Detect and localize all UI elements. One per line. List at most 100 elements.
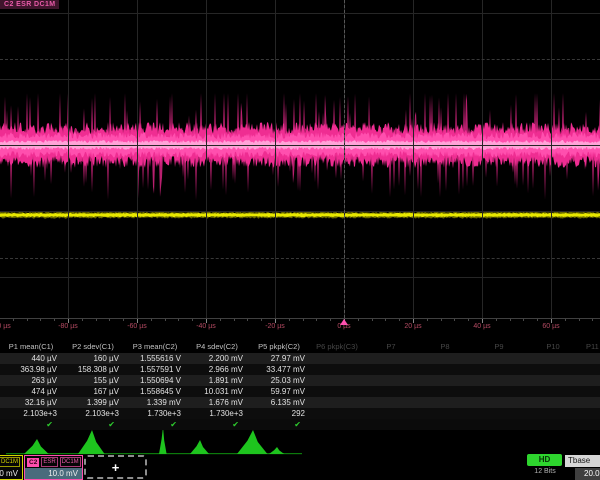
timebase-value: 20.0 µs bbox=[575, 468, 600, 480]
hd-bits-label: 12 Bits bbox=[523, 468, 567, 475]
minor-tick bbox=[441, 319, 442, 321]
histicon-peak bbox=[24, 439, 49, 454]
measure-value: 10.031 mV bbox=[186, 386, 248, 397]
c2-channel-badge: C2 bbox=[27, 458, 39, 467]
time-axis-label: 40 µs bbox=[473, 323, 490, 330]
minor-tick bbox=[261, 319, 262, 321]
measure-value: 6.135 mV bbox=[248, 397, 310, 408]
minor-tick bbox=[592, 319, 593, 321]
measure-stats-row: 263 µV155 µV1.550694 V1.891 mV25.03 mV bbox=[0, 375, 600, 386]
measure-value: 1.730e+3 bbox=[124, 408, 186, 419]
measure-header-p2[interactable]: P2 sdev(C1) bbox=[62, 341, 124, 353]
measure-value: 263 µV bbox=[0, 375, 62, 386]
measure-header-p5[interactable]: P5 pkpk(C2) bbox=[248, 341, 310, 353]
minor-tick bbox=[109, 319, 110, 321]
minor-tick bbox=[496, 319, 497, 321]
add-trace-button[interactable]: + bbox=[84, 455, 147, 479]
c2-coupling-tag: DC1M bbox=[60, 457, 81, 467]
time-axis-label: -100 µs bbox=[0, 323, 11, 330]
trigger-position-marker[interactable] bbox=[340, 319, 348, 325]
trace-annotation: C2 ESR DC1M bbox=[0, 0, 59, 9]
measure-header-p10[interactable]: P10 bbox=[526, 341, 580, 353]
minor-tick bbox=[372, 319, 373, 321]
measure-value: 33.477 mV bbox=[248, 364, 310, 375]
minor-tick bbox=[454, 319, 455, 321]
measure-header-row: P1 mean(C1)P2 sdev(C1)P3 mean(C2)P4 sdev… bbox=[0, 341, 600, 353]
measure-value: 32.16 µV bbox=[0, 397, 62, 408]
minor-tick bbox=[565, 319, 566, 321]
time-axis-label: -40 µs bbox=[196, 323, 216, 330]
gridline-dotted bbox=[0, 59, 600, 60]
measure-value: 158.308 µV bbox=[62, 364, 124, 375]
measure-header-p7[interactable]: P7 bbox=[364, 341, 418, 353]
minor-tick bbox=[234, 319, 235, 321]
time-axis-label: -80 µs bbox=[58, 323, 78, 330]
gridline-vertical bbox=[482, 0, 483, 318]
minor-tick bbox=[40, 319, 41, 321]
histicon-peak bbox=[190, 440, 209, 454]
minor-tick bbox=[510, 319, 511, 321]
measure-value: 1.730e+3 bbox=[186, 408, 248, 419]
gridline-vertical bbox=[551, 0, 552, 318]
channel-c1-descriptor[interactable]: DC1M 10.0 mV bbox=[0, 455, 23, 480]
histicon-strip[interactable] bbox=[0, 430, 600, 455]
measure-header-p4[interactable]: P4 sdev(C2) bbox=[186, 341, 248, 353]
measure-value: 2.103e+3 bbox=[62, 408, 124, 419]
measure-value: 59.97 mV bbox=[248, 386, 310, 397]
minor-tick bbox=[316, 319, 317, 321]
measurement-table: P1 mean(C1)P2 sdev(C1)P3 mean(C2)P4 sdev… bbox=[0, 341, 600, 430]
measure-value: 1.891 mV bbox=[186, 375, 248, 386]
minor-tick bbox=[579, 319, 580, 321]
measure-header-p9[interactable]: P9 bbox=[472, 341, 526, 353]
channel-c2-descriptor[interactable]: C2 ESR DC1M 10.0 mV bbox=[24, 455, 83, 480]
measure-value: 1.399 µV bbox=[62, 397, 124, 408]
measure-header-p8[interactable]: P8 bbox=[418, 341, 472, 353]
measure-value: 25.03 mV bbox=[248, 375, 310, 386]
gridline-vertical bbox=[137, 0, 138, 318]
measure-header-p6[interactable]: P6 pkpk(C3) bbox=[310, 341, 364, 353]
status-check-icon: ✔ bbox=[0, 419, 62, 430]
status-check-icon: ✔ bbox=[62, 419, 124, 430]
plus-icon: + bbox=[112, 460, 120, 475]
minor-tick bbox=[385, 319, 386, 321]
measure-stats-row: 474 µV167 µV1.558645 V10.031 mV59.97 mV bbox=[0, 386, 600, 397]
measure-header-p1[interactable]: P1 mean(C1) bbox=[0, 341, 62, 353]
measure-value: 27.97 mV bbox=[248, 353, 310, 364]
minor-tick bbox=[247, 319, 248, 321]
timebase-descriptor[interactable]: Tbase 20.0 µs bbox=[565, 455, 600, 480]
c1-volts-per-div: 10.0 mV bbox=[0, 468, 22, 479]
measure-header-p3[interactable]: P3 mean(C2) bbox=[124, 341, 186, 353]
minor-tick bbox=[303, 319, 304, 321]
time-axis-label: -60 µs bbox=[127, 323, 147, 330]
c2-descriptor-top: C2 ESR DC1M bbox=[25, 456, 82, 467]
gridline-vertical bbox=[68, 0, 69, 318]
gridline-vertical bbox=[206, 0, 207, 318]
measure-stats-row: 32.16 µV1.399 µV1.339 mV1.676 mV6.135 mV bbox=[0, 397, 600, 408]
measure-value: 1.339 mV bbox=[124, 397, 186, 408]
status-check-icon: ✔ bbox=[124, 419, 186, 430]
time-axis-label: 20 µs bbox=[404, 323, 421, 330]
measure-value: 440 µV bbox=[0, 353, 62, 364]
measure-status-row: ✔✔✔✔✔ bbox=[0, 419, 600, 430]
measure-value: 1.550694 V bbox=[124, 375, 186, 386]
waveform-traces bbox=[0, 0, 600, 318]
measure-value: 1.555616 V bbox=[124, 353, 186, 364]
histicon-peak bbox=[237, 430, 267, 454]
measure-value: 1.557591 V bbox=[124, 364, 186, 375]
measure-value: 160 µV bbox=[62, 353, 124, 364]
measure-value: 363.98 µV bbox=[0, 364, 62, 375]
minor-tick bbox=[27, 319, 28, 321]
oscilloscope-screen: C2 ESR DC1M -100 µs-80 µs-60 µs-40 µs-20… bbox=[0, 0, 600, 480]
gridline-horizontal bbox=[0, 145, 600, 146]
timebase-title: Tbase bbox=[565, 455, 600, 467]
minor-tick bbox=[192, 319, 193, 321]
c1-coupling-tag: DC1M bbox=[0, 457, 20, 467]
gridline-vertical bbox=[275, 0, 276, 318]
measure-value: 1.558645 V bbox=[124, 386, 186, 397]
minor-tick bbox=[151, 319, 152, 321]
histicon-peak bbox=[269, 447, 284, 454]
measure-value: 474 µV bbox=[0, 386, 62, 397]
measure-header-p11[interactable]: P11 bbox=[580, 341, 600, 353]
histicon-peak bbox=[159, 430, 167, 454]
minor-tick bbox=[220, 319, 221, 321]
